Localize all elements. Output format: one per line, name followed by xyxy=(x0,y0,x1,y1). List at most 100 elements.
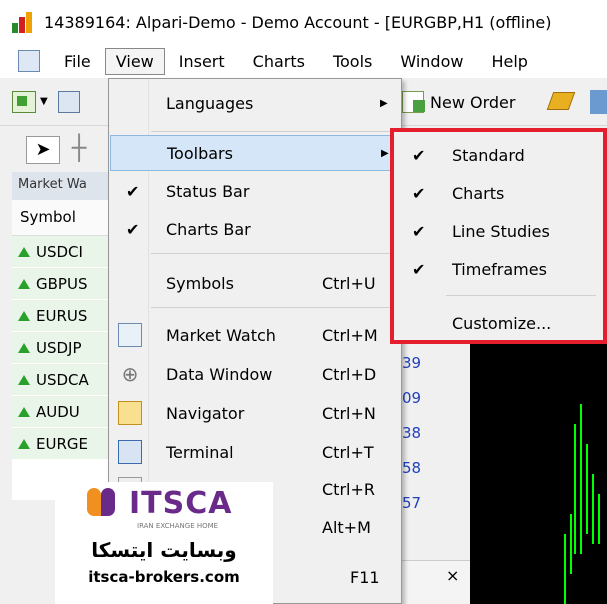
menu-item-label: Languages xyxy=(166,93,254,113)
submenu-item-line-studies[interactable]: ✔ Line Studies xyxy=(394,212,603,250)
checkmark-icon: ✔ xyxy=(412,259,426,279)
menu-item-charts-bar[interactable]: ✔ Charts Bar xyxy=(110,211,400,247)
menu-item-data-window[interactable]: ⊕ Data Window Ctrl+D xyxy=(110,356,400,392)
profiles-icon[interactable] xyxy=(58,91,80,113)
menu-view[interactable]: View xyxy=(104,47,165,75)
checkmark-icon: ✔ xyxy=(412,183,426,203)
itsca-logo-icon xyxy=(87,488,121,518)
menu-item-shortcut: Ctrl+T xyxy=(322,442,374,462)
menu-item-market-watch[interactable]: Market Watch Ctrl+M xyxy=(110,317,400,353)
partial-value: 58 xyxy=(402,459,422,477)
menu-bar: File View Insert Charts Tools Window Hel… xyxy=(0,44,607,78)
submenu-item-charts[interactable]: ✔ Charts xyxy=(394,174,603,212)
menu-separator xyxy=(151,307,397,308)
navigator-icon xyxy=(118,401,142,425)
menu-help[interactable]: Help xyxy=(477,48,541,75)
menu-item-label: Market Watch xyxy=(166,325,276,345)
cursor-icon[interactable]: ➤ xyxy=(26,136,60,164)
menu-separator xyxy=(446,295,596,296)
menu-separator xyxy=(151,131,397,132)
app-icon xyxy=(10,9,36,35)
submenu-item-label: Timeframes xyxy=(452,259,547,279)
table-row[interactable]: GBPUS xyxy=(12,268,115,300)
checkmark-icon: ✔ xyxy=(126,181,140,201)
menu-item-shortcut: Ctrl+D xyxy=(322,364,377,384)
chart-canvas[interactable] xyxy=(470,334,607,604)
candle xyxy=(592,474,594,544)
market-watch-icon xyxy=(118,323,142,347)
new-order-label: New Order xyxy=(430,92,516,112)
market-watch-table: Symbol USDCI GBPUS EURUS USDJP USDCA AUD… xyxy=(12,200,115,500)
submenu-item-timeframes[interactable]: ✔ Timeframes xyxy=(394,250,603,288)
logo-tagline: IRAN EXCHANGE HOME xyxy=(137,522,219,530)
menu-tools[interactable]: Tools xyxy=(319,48,386,75)
partial-value: 57 xyxy=(402,494,422,512)
menu-item-navigator[interactable]: Navigator Ctrl+N xyxy=(110,395,400,431)
new-order-button[interactable]: New Order xyxy=(402,91,515,113)
up-arrow-icon xyxy=(18,406,30,417)
toolbar-icon-partial[interactable] xyxy=(590,90,607,114)
checkmark-icon: ✔ xyxy=(126,219,140,239)
candle xyxy=(570,514,572,574)
up-arrow-icon xyxy=(18,342,30,353)
logo-persian-text: وبسایت ایتسکا xyxy=(91,538,237,562)
symbol-cell: USDCA xyxy=(36,370,89,389)
itsca-watermark: ITSCA IRAN EXCHANGE HOME وبسایت ایتسکا i… xyxy=(55,482,273,604)
window-title: 14389164: Alpari-Demo - Demo Account - [… xyxy=(44,12,552,32)
menu-charts[interactable]: Charts xyxy=(239,48,319,75)
up-arrow-icon xyxy=(18,374,30,385)
crosshair-icon: ⊕ xyxy=(121,362,139,386)
menu-item-terminal[interactable]: Terminal Ctrl+T xyxy=(110,434,400,470)
table-row[interactable]: EURUS xyxy=(12,300,115,332)
menu-item-symbols[interactable]: Symbols Ctrl+U xyxy=(110,265,400,301)
candle xyxy=(564,534,566,604)
submenu-item-customize[interactable]: Customize... xyxy=(394,304,603,342)
candle xyxy=(580,404,582,554)
submenu-item-label: Line Studies xyxy=(452,221,550,241)
table-row[interactable]: USDCA xyxy=(12,364,115,396)
submenu-item-label: Standard xyxy=(452,145,525,165)
menu-file[interactable]: File xyxy=(50,48,105,75)
menu-item-label: Data Window xyxy=(166,364,273,384)
dropdown-arrow-icon[interactable]: ▼ xyxy=(40,96,48,107)
menu-item-status-bar[interactable]: ✔ Status Bar xyxy=(110,173,400,209)
close-icon[interactable]: × xyxy=(446,566,459,585)
partial-value: 39 xyxy=(402,354,422,372)
submenu-item-standard[interactable]: ✔ Standard xyxy=(394,136,603,174)
submenu-arrow-icon: ▶ xyxy=(380,97,388,109)
candle xyxy=(598,494,600,544)
menu-item-shortcut: Ctrl+N xyxy=(322,403,376,423)
menu-item-shortcut: Alt+M xyxy=(322,517,371,537)
symbol-column-header[interactable]: Symbol xyxy=(12,200,115,236)
up-arrow-icon xyxy=(18,310,30,321)
menu-window[interactable]: Window xyxy=(386,48,477,75)
up-arrow-icon xyxy=(18,246,30,257)
document-icon[interactable] xyxy=(18,50,40,72)
menu-item-shortcut: Ctrl+M xyxy=(322,325,378,345)
metaeditor-icon[interactable] xyxy=(546,92,576,110)
menu-item-label: Terminal xyxy=(166,442,234,462)
menu-item-shortcut: Ctrl+U xyxy=(322,273,376,293)
logo-wordmark: ITSCA xyxy=(129,486,233,521)
symbol-cell: AUDU xyxy=(36,402,80,421)
table-row[interactable]: USDCI xyxy=(12,236,115,268)
new-chart-icon[interactable] xyxy=(12,91,36,113)
up-arrow-icon xyxy=(18,278,30,289)
menu-item-label: Navigator xyxy=(166,403,245,423)
toolbars-submenu: ✔ Standard ✔ Charts ✔ Line Studies ✔ Tim… xyxy=(390,128,607,344)
checkmark-icon: ✔ xyxy=(412,221,426,241)
candle xyxy=(574,424,576,554)
table-row[interactable]: AUDU xyxy=(12,396,115,428)
menu-insert[interactable]: Insert xyxy=(165,48,239,75)
table-row[interactable]: EURGE xyxy=(12,428,115,460)
submenu-arrow-icon: ▶ xyxy=(381,147,389,159)
crosshair-tool-icon[interactable]: ┼ xyxy=(72,134,86,162)
menu-separator xyxy=(151,253,397,254)
submenu-item-label: Charts xyxy=(452,183,505,203)
menu-item-languages[interactable]: Languages ▶ xyxy=(110,85,400,121)
menu-item-shortcut: Ctrl+R xyxy=(322,479,375,499)
partial-value: 38 xyxy=(402,424,422,442)
table-row[interactable]: USDJP xyxy=(12,332,115,364)
menu-item-toolbars[interactable]: Toolbars ▶ xyxy=(110,135,400,171)
symbol-cell: GBPUS xyxy=(36,274,88,293)
